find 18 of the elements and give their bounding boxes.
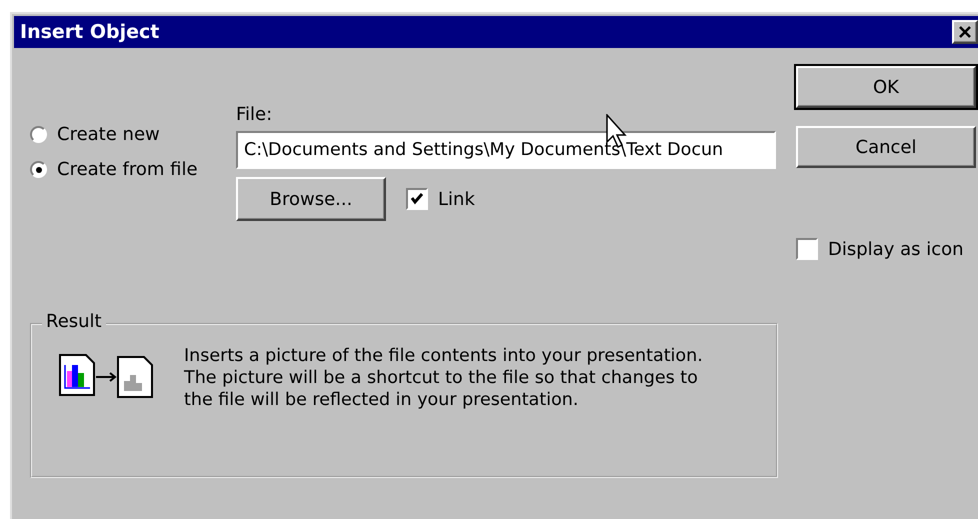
- cancel-button[interactable]: Cancel: [796, 126, 976, 168]
- result-description: Inserts a picture of the file contents into your presentation. The picture will be a shortcut to the file so that changes to the file will be reflected in your presentation.: [184, 345, 704, 411]
- option-label: Create new: [57, 124, 160, 145]
- ok-button[interactable]: OK: [796, 66, 976, 108]
- display-as-icon-label: Display as icon: [828, 238, 964, 260]
- option-label: Create from file: [57, 159, 198, 180]
- file-path-field[interactable]: C:\Documents and Settings\My Documents\Text Docun: [236, 131, 776, 169]
- link-checkbox[interactable]: [406, 188, 428, 210]
- radio-button[interactable]: [30, 126, 47, 143]
- display-as-icon-checkbox[interactable]: [796, 238, 818, 260]
- window-title: Insert Object: [20, 21, 160, 43]
- close-icon: [958, 25, 972, 39]
- check-icon: [410, 192, 424, 206]
- browse-button[interactable]: Browse...: [236, 177, 386, 221]
- link-label: Link: [438, 188, 475, 210]
- close-button[interactable]: [952, 20, 978, 44]
- file-label: File:: [236, 104, 274, 125]
- radio-button[interactable]: [30, 161, 47, 178]
